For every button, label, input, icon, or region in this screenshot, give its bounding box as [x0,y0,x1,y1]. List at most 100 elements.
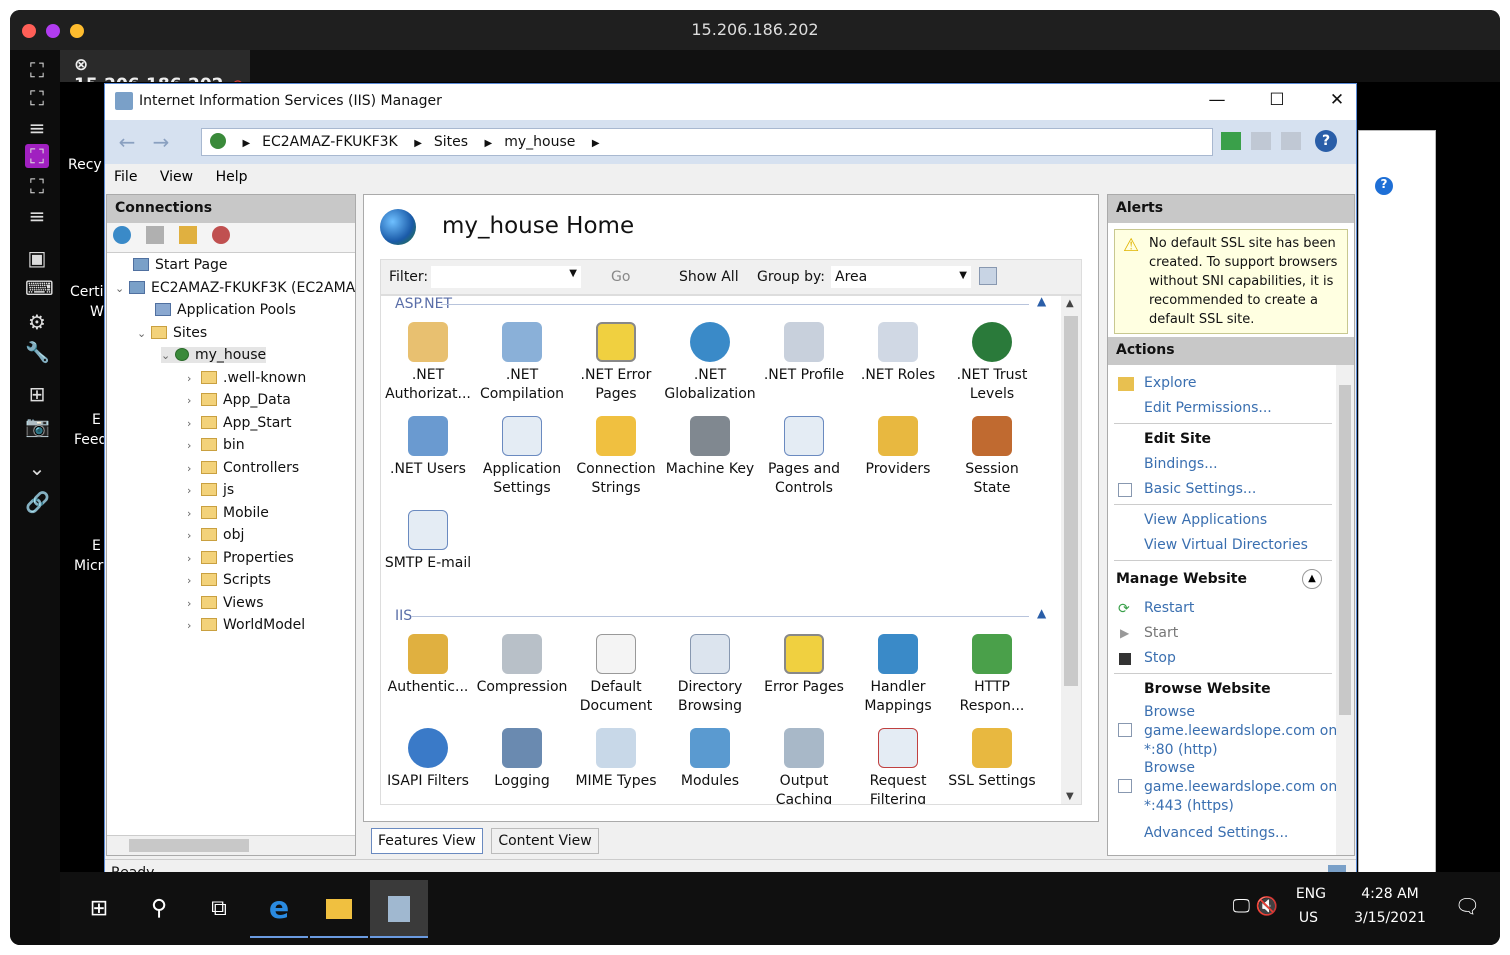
add-window-icon[interactable]: ⊞ [25,382,49,406]
lang-indicator[interactable]: ENG [1296,886,1326,902]
tree-folder[interactable]: › App_Data [187,392,291,408]
tree-folder[interactable]: › Scripts [187,572,271,588]
action-explore[interactable]: Explore [1144,375,1197,391]
tree-my-house[interactable]: ⌄ my_house [161,347,267,363]
collapse-section-icon[interactable]: ▲ [1302,569,1322,589]
chevron-down-icon[interactable]: ⌄ [25,456,49,480]
feature-machine-key[interactable]: Machine Key [663,416,757,479]
list-icon[interactable]: ≡ [25,204,49,228]
actions-scrollbar[interactable] [1336,365,1354,855]
menu-help[interactable]: Help [207,164,257,185]
collapse-icon[interactable]: ▲ [1037,296,1046,308]
stop-icon[interactable] [1251,132,1271,150]
home-icon[interactable] [1281,132,1301,150]
tree-start-page[interactable]: Start Page [133,257,228,273]
feature-net-profile[interactable]: .NET Profile [757,322,851,385]
show-all-button[interactable]: Show All [679,269,739,285]
feature-net-globalization[interactable]: .NET Globalization [663,322,757,404]
breadcrumb-site[interactable]: my_house [504,134,575,150]
action-view-applications[interactable]: View Applications [1144,512,1267,528]
feature-application-settings[interactable]: Application Settings [475,416,569,498]
feature-http-response[interactable]: HTTP Respon... [945,634,1039,716]
start-icon[interactable]: ⊞ [70,880,128,938]
feature-session-state[interactable]: Session State [945,416,1039,498]
volume-muted-icon[interactable]: 🔇 [1256,896,1278,917]
tree-folder[interactable]: › bin [187,437,245,453]
action-advanced-settings[interactable]: Advanced Settings... [1144,825,1288,841]
resize-icon[interactable]: ⛶ [25,174,49,198]
connect-icon[interactable] [113,226,131,244]
settings-icon[interactable]: ⚙ [25,310,49,334]
feature-request-filtering[interactable]: Request Filtering [851,728,945,804]
feature-net-error-pages[interactable]: .NET Error Pages [569,322,663,404]
help-icon[interactable]: ? [1375,177,1393,195]
up-folder-icon[interactable] [179,226,198,244]
breadcrumb-sites[interactable]: Sites [434,134,468,150]
file-explorer-icon[interactable] [310,880,368,938]
feature-modules[interactable]: Modules [663,728,757,791]
feature-output-caching[interactable]: Output Caching [757,728,851,804]
action-restart[interactable]: Restart [1144,600,1194,616]
task-view-icon[interactable]: ⧉ [190,880,248,938]
wrench-icon[interactable]: 🔧 [25,340,50,364]
view-mode-icon[interactable] [979,267,997,285]
desktop-icon-micr[interactable]: E [92,538,101,554]
disconnect-icon[interactable] [212,226,231,244]
save-icon[interactable] [146,226,165,244]
feature-net-compilation[interactable]: .NET Compilation [475,322,569,404]
feature-providers[interactable]: Providers [851,416,945,479]
active-view-icon[interactable]: ⛶ [25,144,49,168]
feature-net-authorization[interactable]: .NET Authorizat... [381,322,475,404]
feature-connection-strings[interactable]: Connection Strings [569,416,663,498]
action-stop[interactable]: Stop [1144,650,1176,666]
tree-server[interactable]: ⌄ EC2AMAZ-FKUKF3K (EC2AMA [115,280,355,296]
tree-folder[interactable]: › Views [187,595,264,611]
clock-time[interactable]: 4:28 AM [1350,886,1430,902]
notifications-icon[interactable]: 🗨 [1455,894,1480,918]
minimize-button[interactable]: — [1197,90,1237,114]
action-edit-permissions[interactable]: Edit Permissions... [1144,400,1272,416]
tree-folder[interactable]: › js [187,482,234,498]
menu-file[interactable]: File [105,164,146,185]
tab-features-view[interactable]: Features View [371,828,483,854]
tree-folder[interactable]: › WorldModel [187,617,305,633]
feature-mime-types[interactable]: MIME Types [569,728,663,791]
network-icon[interactable]: 🖵 [1233,896,1250,917]
breadcrumb[interactable]: ▶ EC2AMAZ-FKUKF3K ▶ Sites ▶ my_house ▶ [201,128,1213,156]
action-bindings[interactable]: Bindings... [1144,456,1218,472]
filter-input[interactable]: ▼ [431,266,581,288]
feature-net-roles[interactable]: .NET Roles [851,322,945,385]
tree-folder[interactable]: › .well-known [187,370,306,386]
breadcrumb-server[interactable]: EC2AMAZ-FKUKF3K [262,134,398,150]
close-button[interactable]: ✕ [1317,90,1357,114]
camera-icon[interactable]: 📷 [25,414,50,438]
tab-content-view[interactable]: Content View [491,828,599,854]
feature-isapi-filters[interactable]: ISAPI Filters [381,728,475,791]
search-icon[interactable]: ⚲ [130,880,188,938]
clock-date[interactable]: 3/15/2021 [1350,910,1430,926]
feature-handler-mappings[interactable]: Handler Mappings [851,634,945,716]
feature-ssl-settings[interactable]: SSL Settings [945,728,1039,791]
feature-net-trust-levels[interactable]: .NET Trust Levels [945,322,1039,404]
menu-icon[interactable]: ≡ [25,116,49,140]
go-button[interactable]: Go [611,269,630,285]
horizontal-scrollbar[interactable] [107,835,355,855]
desktop-icon-feed[interactable]: E [92,412,101,428]
group-by-select[interactable]: Area ▼ [831,266,971,288]
internet-explorer-icon[interactable]: e [250,880,308,938]
feature-directory-browsing[interactable]: Directory Browsing [663,634,757,716]
tree-folder[interactable]: › Controllers [187,460,299,476]
feature-error-pages[interactable]: Error Pages [757,634,851,697]
refresh-icon[interactable] [1221,132,1241,150]
link-icon[interactable]: 🔗 [25,490,50,514]
desktop-icon-cert[interactable]: Certi [70,284,104,300]
fit-icon[interactable]: ⛶ [25,58,49,82]
fullscreen-icon[interactable]: ⛶ [25,86,49,110]
iis-taskbar-icon[interactable] [370,880,428,938]
tree-app-pools[interactable]: Application Pools [155,302,296,318]
collapse-icon[interactable]: ▲ [1037,606,1046,620]
vertical-scrollbar[interactable]: ▲ ▼ [1061,296,1081,804]
action-browse-http[interactable]: Browse game.leewardslope.com on *:80 (http… [1144,703,1337,760]
feature-logging[interactable]: Logging [475,728,569,791]
forward-icon[interactable]: → [147,130,175,154]
